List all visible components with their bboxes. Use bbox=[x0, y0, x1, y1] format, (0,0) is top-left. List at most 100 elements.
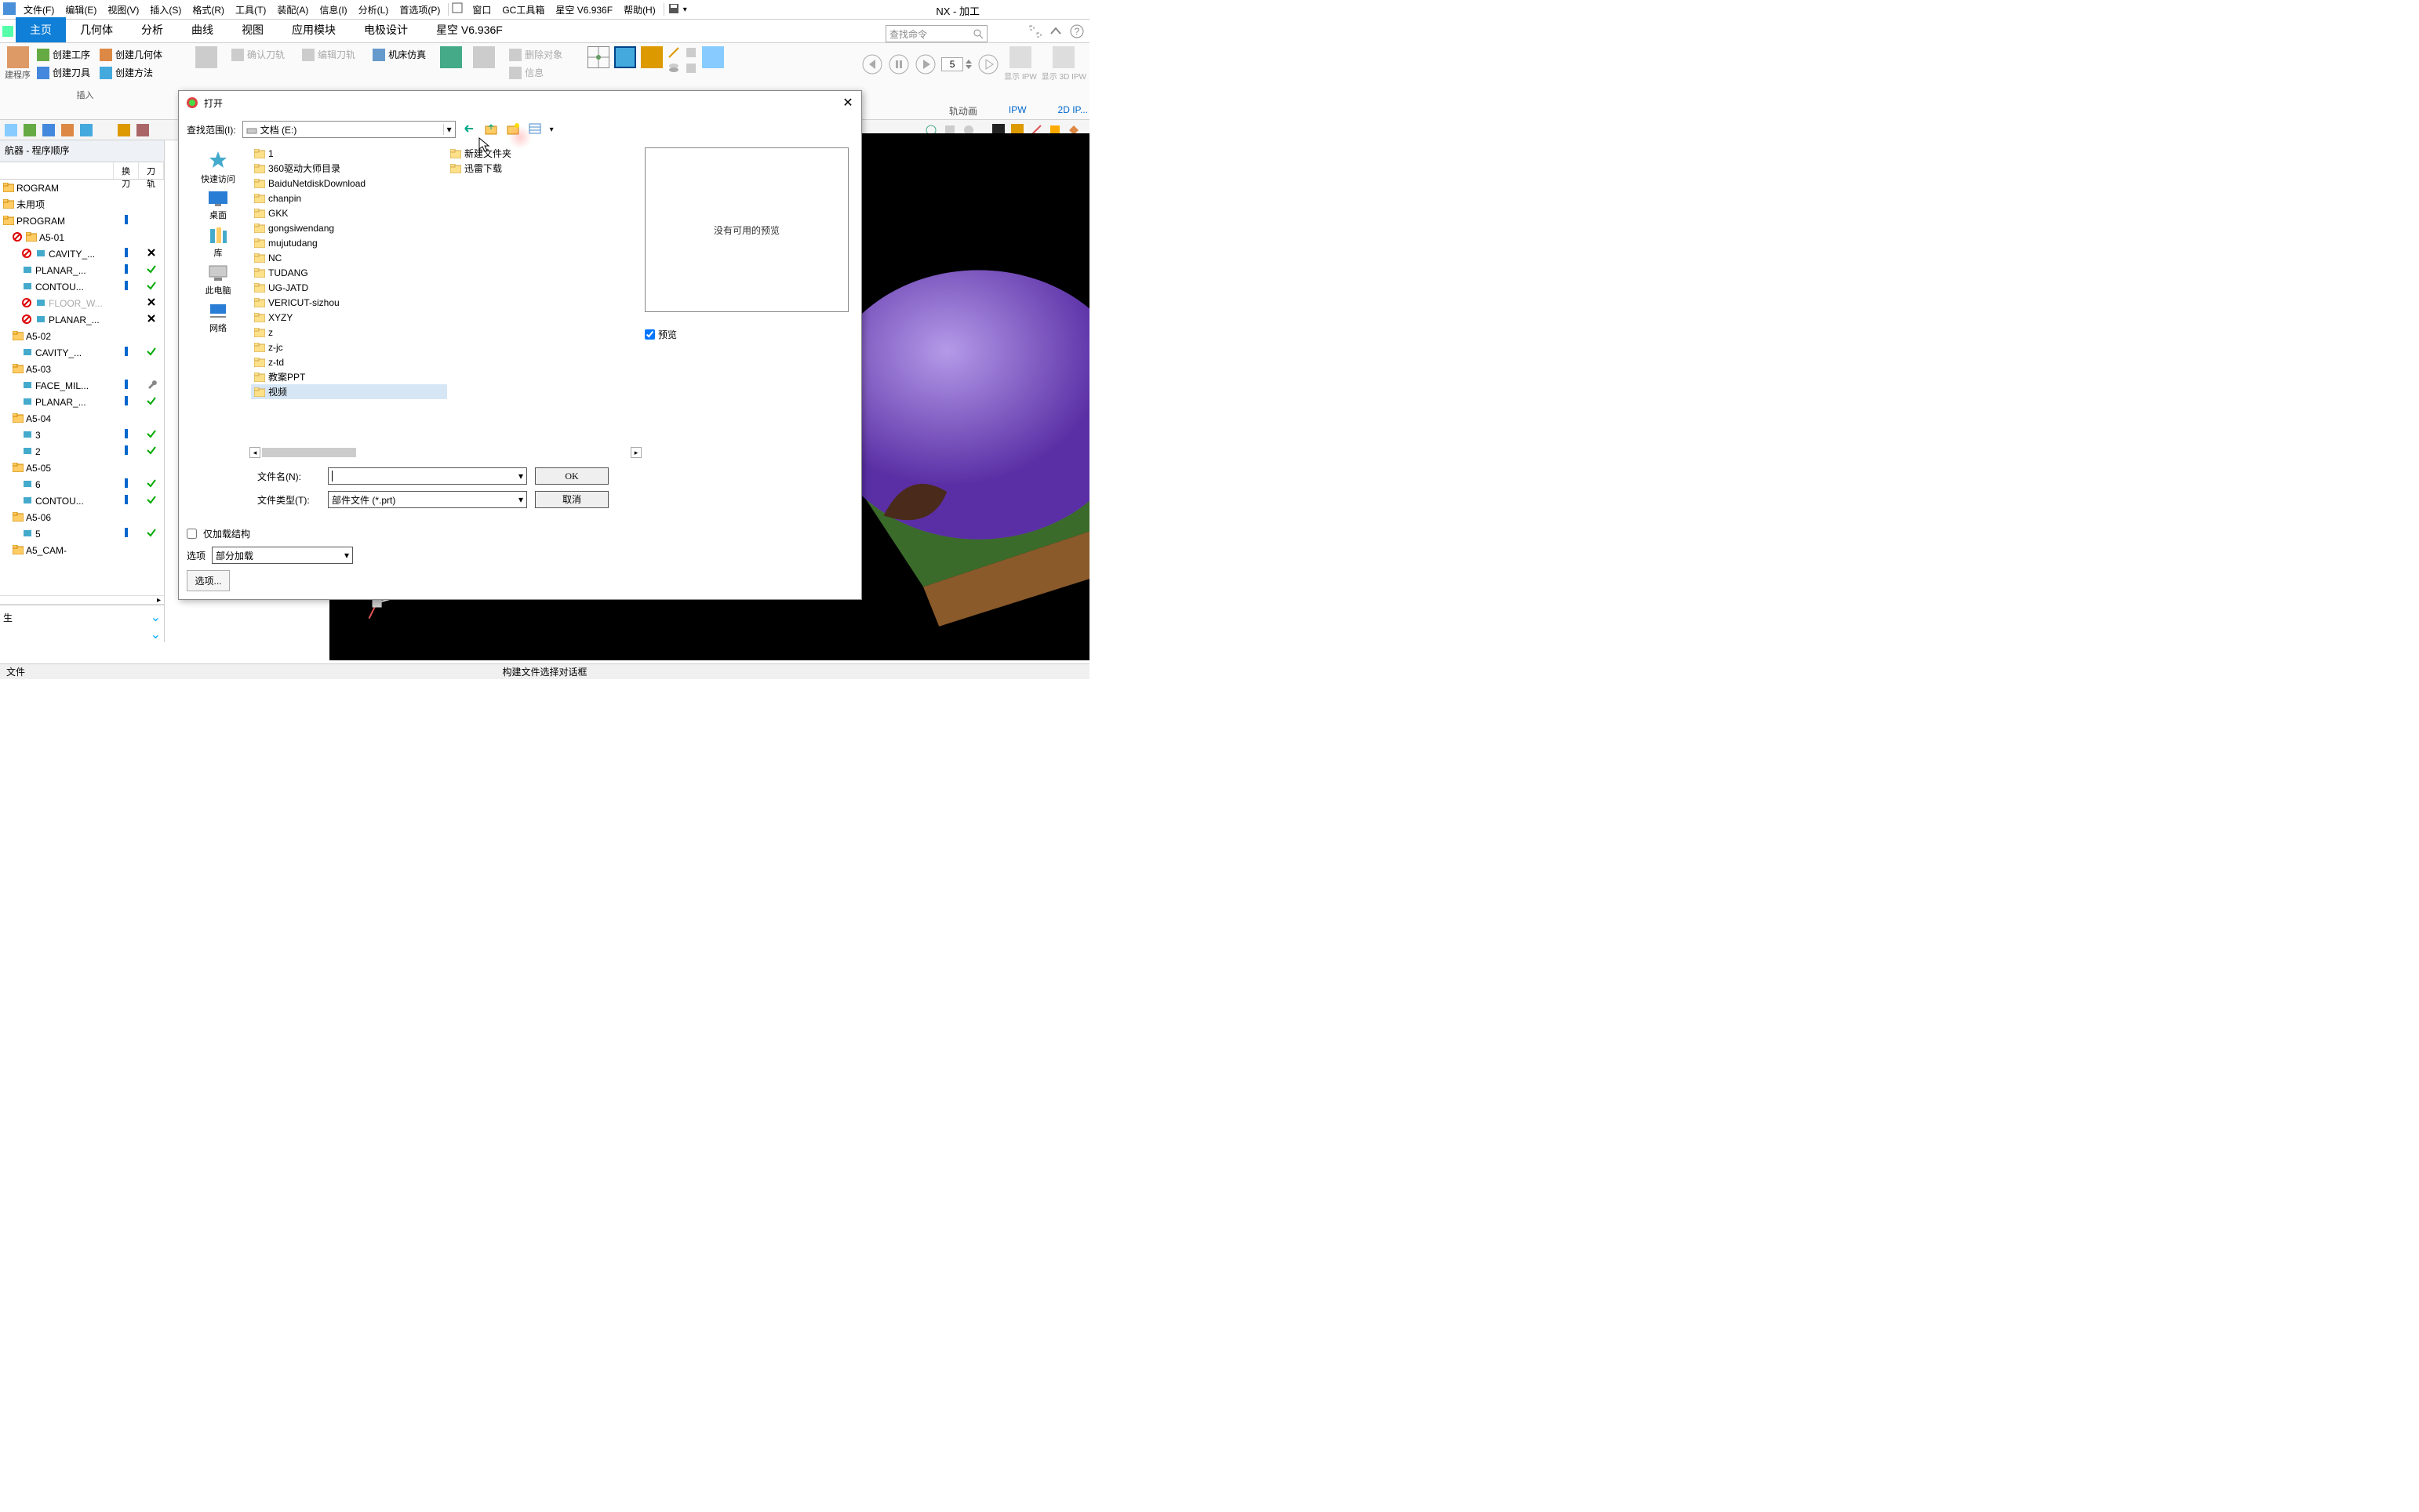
layers-icon[interactable] bbox=[685, 46, 697, 59]
speed-input[interactable] bbox=[941, 57, 963, 71]
machine-sim-button[interactable]: 机床仿真 bbox=[369, 46, 429, 63]
nx-tab-icon[interactable] bbox=[0, 20, 16, 42]
load-mode-dropdown[interactable]: 部分加载 ▾ bbox=[212, 547, 353, 564]
menu-gc[interactable]: GC工具箱 bbox=[497, 2, 549, 18]
fullscreen-icon[interactable] bbox=[1028, 24, 1042, 38]
tab-view[interactable]: 视图 bbox=[227, 17, 278, 42]
chevron-down-icon-2[interactable]: ⌄ bbox=[145, 627, 161, 642]
menu-format[interactable]: 格式(R) bbox=[187, 2, 229, 18]
tree-row[interactable]: A5-02 bbox=[0, 328, 164, 344]
pause-icon[interactable] bbox=[888, 53, 910, 75]
file-item[interactable]: gongsiwendang bbox=[251, 220, 447, 235]
file-item[interactable]: 迅雷下载 bbox=[447, 161, 642, 176]
spin-up-icon[interactable] bbox=[965, 58, 973, 64]
operation-tree[interactable]: ROGRAM未用项PROGRAMA5-01CAVITY_...PLANAR_..… bbox=[0, 180, 164, 595]
save-icon[interactable] bbox=[667, 2, 682, 16]
tree-col-name[interactable] bbox=[0, 162, 114, 179]
qbtn-1[interactable] bbox=[3, 122, 19, 138]
tab-home[interactable]: 主页 bbox=[16, 17, 66, 42]
menu-xingkong[interactable]: 星空 V6.936F bbox=[551, 2, 617, 18]
tree-row[interactable]: 3 bbox=[0, 427, 164, 443]
file-item[interactable]: mujutudang bbox=[251, 235, 447, 250]
tree-row[interactable]: A5_CAM- bbox=[0, 542, 164, 558]
tree-row[interactable]: CAVITY_... bbox=[0, 344, 164, 361]
gouge-icon[interactable] bbox=[473, 46, 495, 68]
file-item[interactable]: NC bbox=[251, 250, 447, 265]
back-icon[interactable] bbox=[462, 122, 478, 137]
delete-obj-button[interactable]: 删除对象 bbox=[506, 46, 566, 63]
place-desktop[interactable]: 桌面 bbox=[207, 190, 229, 221]
load-mode-arrow-icon[interactable]: ▾ bbox=[344, 550, 349, 561]
tree-row[interactable]: PLANAR_... bbox=[0, 262, 164, 278]
tab-analyze[interactable]: 分析 bbox=[127, 17, 177, 42]
file-item[interactable]: XYZY bbox=[251, 310, 447, 325]
menu-edit[interactable]: 编辑(E) bbox=[60, 2, 101, 18]
qbtn-6[interactable] bbox=[116, 122, 132, 138]
dropdown-arrow-icon[interactable]: ▾ bbox=[443, 124, 452, 135]
tab-xingkong[interactable]: 星空 V6.936F bbox=[422, 17, 517, 42]
menu-tools[interactable]: 工具(T) bbox=[231, 2, 271, 18]
dialog-close-button[interactable]: ✕ bbox=[839, 94, 857, 111]
create-program-icon[interactable] bbox=[7, 46, 29, 68]
tree-row[interactable]: PLANAR_... bbox=[0, 311, 164, 328]
tree-row[interactable]: FLOOR_W... bbox=[0, 295, 164, 311]
file-item[interactable]: 360驱动大师目录 bbox=[251, 161, 447, 176]
help-icon[interactable]: ? bbox=[1069, 24, 1085, 39]
up-arrow-icon[interactable] bbox=[1049, 24, 1063, 38]
step-back-icon[interactable] bbox=[861, 53, 883, 75]
menu-insert[interactable]: 插入(S) bbox=[145, 2, 186, 18]
snap-icon[interactable] bbox=[587, 46, 609, 68]
file-item[interactable]: 教案PPT bbox=[251, 369, 447, 384]
file-item[interactable]: 视频 bbox=[251, 384, 447, 399]
place-quick[interactable]: 快速访问 bbox=[201, 149, 235, 185]
file-item[interactable]: BaiduNetdiskDownload bbox=[251, 176, 447, 191]
filetype-dropdown-icon[interactable]: ▾ bbox=[518, 494, 523, 505]
toolpath-icon[interactable] bbox=[195, 46, 217, 68]
file-item[interactable]: GKK bbox=[251, 205, 447, 220]
menu-assemble[interactable]: 装配(A) bbox=[272, 2, 313, 18]
filetype-dropdown[interactable]: 部件文件 (*.prt) ▾ bbox=[328, 491, 527, 508]
file-item[interactable]: UG-JATD bbox=[251, 280, 447, 295]
show-3d-ipw-icon[interactable] bbox=[1053, 46, 1075, 68]
file-item[interactable]: z-jc bbox=[251, 340, 447, 354]
tree-row[interactable]: A5-06 bbox=[0, 509, 164, 525]
file-item[interactable]: z bbox=[251, 325, 447, 340]
spin-down-icon[interactable] bbox=[965, 64, 973, 71]
options-button[interactable]: 选项... bbox=[187, 570, 230, 591]
tree-row[interactable]: 5 bbox=[0, 525, 164, 542]
place-pc[interactable]: 此电脑 bbox=[206, 264, 231, 296]
play-slow-icon[interactable] bbox=[977, 53, 999, 75]
palette-icon[interactable] bbox=[702, 46, 724, 68]
menu-file[interactable]: 文件(F) bbox=[19, 2, 59, 18]
command-search[interactable]: 查找命令 bbox=[886, 25, 988, 42]
edit-path-button[interactable]: 编辑刀轨 bbox=[299, 46, 358, 63]
place-libs[interactable]: 库 bbox=[207, 226, 229, 259]
tree-row[interactable]: 未用项 bbox=[0, 196, 164, 213]
menu-window[interactable]: 窗口 bbox=[467, 2, 496, 18]
tab-geom[interactable]: 几何体 bbox=[66, 17, 127, 42]
tab-curve[interactable]: 曲线 bbox=[177, 17, 227, 42]
qbtn-4[interactable] bbox=[60, 122, 75, 138]
cancel-button[interactable]: 取消 bbox=[535, 491, 609, 508]
stack-icon[interactable] bbox=[667, 62, 680, 75]
menu-view[interactable]: 视图(V) bbox=[103, 2, 144, 18]
view-mode-icon[interactable] bbox=[528, 122, 544, 137]
file-list-scrollbar[interactable]: ◂ ▸ bbox=[249, 447, 642, 458]
menu-help[interactable]: 帮助(H) bbox=[619, 2, 660, 18]
tree-row[interactable]: A5-04 bbox=[0, 410, 164, 427]
tree-row[interactable]: A5-05 bbox=[0, 460, 164, 476]
tree-row[interactable]: FACE_MIL... bbox=[0, 377, 164, 394]
tree-row[interactable]: CONTOU... bbox=[0, 278, 164, 295]
chevron-down-icon[interactable]: ⌄ bbox=[145, 609, 161, 625]
menu-info[interactable]: 信息(I) bbox=[315, 2, 351, 18]
tool-icon[interactable] bbox=[641, 46, 663, 68]
ipw-2d-label[interactable]: 2D IP... bbox=[1058, 104, 1088, 118]
qbtn-5[interactable] bbox=[78, 122, 94, 138]
file-item[interactable]: chanpin bbox=[251, 191, 447, 205]
confirm-path-button[interactable]: 确认刀轨 bbox=[228, 46, 288, 63]
file-list[interactable]: 1360驱动大师目录BaiduNetdiskDownloadchanpinGKK… bbox=[249, 144, 642, 458]
scroll-left-icon[interactable]: ◂ bbox=[249, 447, 260, 458]
new-folder-icon[interactable] bbox=[506, 122, 522, 137]
line-tool-icon[interactable] bbox=[667, 46, 680, 59]
qbtn-7[interactable] bbox=[135, 122, 151, 138]
